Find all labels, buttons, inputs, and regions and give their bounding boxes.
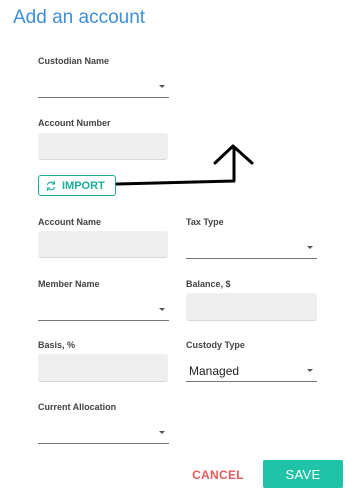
custodian-name-select[interactable]	[38, 78, 169, 98]
dialog-title: Add an account	[13, 7, 146, 28]
current-allocation-label: Current Allocation	[38, 402, 117, 412]
chevron-down-icon	[159, 431, 165, 434]
current-allocation-field: Current Allocation	[38, 402, 169, 446]
account-number-input[interactable]	[38, 133, 168, 160]
custody-type-field: Custody Type Managed	[186, 340, 317, 384]
tax-type-label: Tax Type	[186, 217, 224, 227]
account-name-label: Account Name	[38, 217, 102, 227]
account-name-field: Account Name	[38, 217, 168, 261]
chevron-down-icon	[159, 85, 165, 88]
custody-type-value: Managed	[189, 364, 240, 378]
custodian-name-label: Custodian Name	[38, 56, 110, 66]
chevron-down-icon	[307, 246, 313, 249]
import-button[interactable]: IMPORT	[38, 175, 116, 196]
cancel-button[interactable]: CANCEL	[190, 462, 246, 488]
balance-field: Balance, $	[186, 279, 317, 323]
member-name-field: Member Name	[38, 279, 169, 323]
basis-field: Basis, %	[38, 340, 168, 384]
chevron-down-icon	[307, 369, 313, 372]
account-number-label: Account Number	[38, 118, 111, 128]
tax-type-select[interactable]	[186, 239, 317, 259]
member-name-label: Member Name	[38, 279, 100, 289]
account-name-input[interactable]	[38, 231, 168, 258]
basis-label: Basis, %	[38, 340, 76, 350]
custody-type-select[interactable]: Managed	[186, 358, 317, 382]
chevron-down-icon	[159, 308, 165, 311]
tax-type-field: Tax Type	[186, 217, 317, 261]
refresh-icon	[46, 180, 56, 191]
balance-label: Balance, $	[186, 279, 231, 289]
member-name-select[interactable]	[38, 301, 169, 321]
balance-input[interactable]	[186, 293, 317, 321]
custody-type-label: Custody Type	[186, 340, 245, 350]
import-button-label: IMPORT	[62, 179, 105, 192]
custodian-name-field: Custodian Name	[38, 56, 169, 100]
save-button[interactable]: SAVE	[263, 460, 343, 488]
current-allocation-select[interactable]	[38, 424, 169, 444]
basis-input[interactable]	[38, 354, 168, 382]
account-number-field: Account Number	[38, 118, 168, 162]
